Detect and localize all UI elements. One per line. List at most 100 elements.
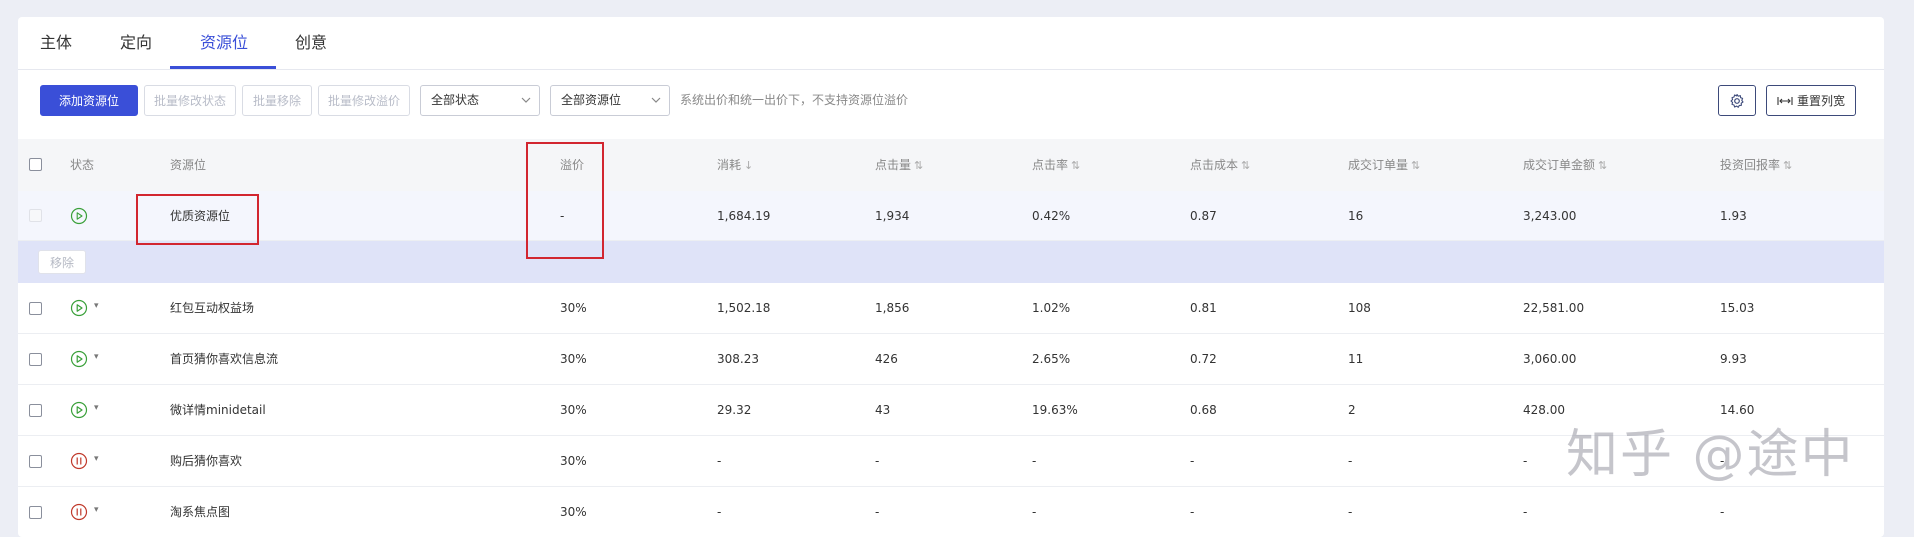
play-icon[interactable]	[70, 207, 88, 225]
roi-value: 1.93	[1720, 209, 1747, 223]
tab-targeting[interactable]: 定向	[120, 17, 152, 69]
premium-value: 30%	[560, 505, 587, 519]
ctr-value: 2.65%	[1032, 352, 1071, 366]
remove-button[interactable]: 移除	[38, 250, 86, 274]
cost-value: -	[717, 505, 722, 519]
batch-modify-premium-button[interactable]: 批量修改溢价	[318, 85, 410, 116]
status-dropdown-caret-icon[interactable]: ▾	[94, 352, 99, 362]
tab-resource-slots[interactable]: 资源位	[200, 17, 248, 69]
sort-icon: ⇅	[1241, 159, 1251, 172]
column-header-clicks[interactable]: 点击量 ⇅	[875, 139, 923, 192]
table-row[interactable]: ▾ 红包互动权益场 30% 1,502.18 1,856 1.02% 0.81 108 22,5…	[18, 283, 1884, 334]
table-row-selected[interactable]: 优质资源位 - 1,684.19 1,934 0.42% 0.87 16 3,2…	[18, 191, 1884, 241]
column-header-roi[interactable]: 投资回报率 ⇅	[1720, 139, 1792, 192]
column-header-ctr-label: 点击率	[1032, 158, 1069, 172]
add-resource-button[interactable]: 添加资源位	[40, 85, 138, 116]
cpc-value: 0.68	[1190, 403, 1217, 417]
premium-value: 30%	[560, 301, 587, 315]
status-dropdown-caret-icon[interactable]: ▾	[94, 301, 99, 311]
resource-name: 微详情minidetail	[170, 403, 266, 417]
column-header-cpc[interactable]: 点击成本 ⇅	[1190, 139, 1250, 192]
tab-subject[interactable]: 主体	[40, 17, 72, 69]
sort-icon: ⇅	[1598, 159, 1608, 172]
column-header-ctr[interactable]: 点击率 ⇅	[1032, 139, 1080, 192]
cost-value: -	[717, 454, 722, 468]
row-checkbox[interactable]	[29, 353, 42, 366]
cpc-value: -	[1190, 454, 1195, 468]
sort-icon: ⇅	[914, 159, 924, 172]
gear-icon	[1730, 93, 1744, 108]
cpc-value: 0.72	[1190, 352, 1217, 366]
sort-icon: ⇅	[1411, 159, 1421, 172]
premium-value: -	[560, 209, 565, 223]
column-header-clicks-label: 点击量	[875, 158, 912, 172]
status-filter-select[interactable]: 全部状态	[420, 85, 540, 116]
play-icon[interactable]	[70, 299, 88, 317]
ctr-value: -	[1032, 454, 1037, 468]
premium-value: 30%	[560, 352, 587, 366]
ctr-value: -	[1032, 505, 1037, 519]
row-checkbox[interactable]	[29, 455, 42, 468]
cost-value: 29.32	[717, 403, 752, 417]
reset-column-width-button[interactable]: 重置列宽	[1766, 85, 1856, 116]
play-icon[interactable]	[70, 401, 88, 419]
column-header-orders[interactable]: 成交订单量 ⇅	[1348, 139, 1420, 192]
orders-value: 11	[1348, 352, 1364, 366]
reset-column-width-label: 重置列宽	[1796, 94, 1845, 108]
batch-modify-status-button[interactable]: 批量修改状态	[144, 85, 236, 116]
play-icon[interactable]	[70, 350, 88, 368]
clicks-value: 1,934	[875, 209, 910, 223]
cost-value: 1,684.19	[717, 209, 771, 223]
ctr-value: 19.63%	[1032, 403, 1078, 417]
resource-name: 红包互动权益场	[170, 301, 255, 315]
pause-icon[interactable]	[70, 452, 88, 470]
ctr-value: 0.42%	[1032, 209, 1071, 223]
clicks-value: 426	[875, 352, 898, 366]
column-header-orders-label: 成交订单量	[1348, 158, 1409, 172]
table-row[interactable]: ▾ 微详情minidetail 30% 29.32 43 19.63% 0.68 2 428.0…	[18, 385, 1884, 436]
status-filter-value: 全部状态	[431, 93, 480, 107]
batch-remove-button[interactable]: 批量移除	[242, 85, 312, 116]
orders-value: -	[1348, 454, 1353, 468]
chevron-down-icon	[521, 97, 531, 103]
order-amount-value: 22,581.00	[1523, 301, 1585, 315]
tab-creative[interactable]: 创意	[295, 17, 327, 69]
table-row[interactable]: ▾ 购后猜你喜欢 30% - - - - - - -	[18, 436, 1884, 487]
tab-bar: 主体 定向 资源位 创意	[18, 17, 1884, 70]
cost-value: 1,502.18	[717, 301, 771, 315]
row-checkbox[interactable]	[29, 404, 42, 417]
pause-icon[interactable]	[70, 503, 88, 521]
column-header-roi-label: 投资回报率	[1720, 158, 1781, 172]
cpc-value: -	[1190, 505, 1195, 519]
order-amount-value: -	[1523, 454, 1528, 468]
toolbar: 添加资源位 批量修改状态 批量移除 批量修改溢价 全部状态 全部资源位 系统出价…	[18, 70, 1884, 140]
column-header-cost[interactable]: 消耗 ↓	[717, 139, 753, 192]
resource-name: 优质资源位	[170, 209, 231, 223]
table-row[interactable]: ▾ 淘系焦点图 30% - - - - - - -	[18, 487, 1884, 537]
order-amount-value: -	[1523, 505, 1528, 519]
resource-filter-select[interactable]: 全部资源位	[550, 85, 670, 116]
table-row[interactable]: ▾ 首页猜你喜欢信息流 30% 308.23 426 2.65% 0.72 11 3,060.0…	[18, 334, 1884, 385]
row-checkbox[interactable]	[29, 506, 42, 519]
status-dropdown-caret-icon[interactable]: ▾	[94, 505, 99, 515]
premium-value: 30%	[560, 454, 587, 468]
sort-icon: ⇅	[1783, 159, 1793, 172]
select-all-checkbox[interactable]	[29, 158, 42, 171]
ctr-value: 1.02%	[1032, 301, 1071, 315]
settings-button[interactable]	[1718, 85, 1756, 116]
row-checkbox[interactable]	[29, 209, 42, 222]
roi-value: 9.93	[1720, 352, 1747, 366]
cost-value: 308.23	[717, 352, 759, 366]
status-dropdown-caret-icon[interactable]: ▾	[94, 454, 99, 464]
orders-value: 2	[1348, 403, 1356, 417]
row-checkbox[interactable]	[29, 302, 42, 315]
column-header-order-amount[interactable]: 成交订单金额 ⇅	[1523, 139, 1607, 192]
status-dropdown-caret-icon[interactable]: ▾	[94, 403, 99, 413]
resource-name: 购后猜你喜欢	[170, 454, 243, 468]
clicks-value: -	[875, 505, 880, 519]
resource-name: 首页猜你喜欢信息流	[170, 352, 279, 366]
premium-hint-text: 系统出价和统一出价下，不支持资源位溢价	[680, 93, 909, 107]
column-header-premium: 溢价	[560, 158, 585, 172]
active-tab-indicator	[170, 66, 276, 69]
sort-icon: ⇅	[1071, 159, 1081, 172]
